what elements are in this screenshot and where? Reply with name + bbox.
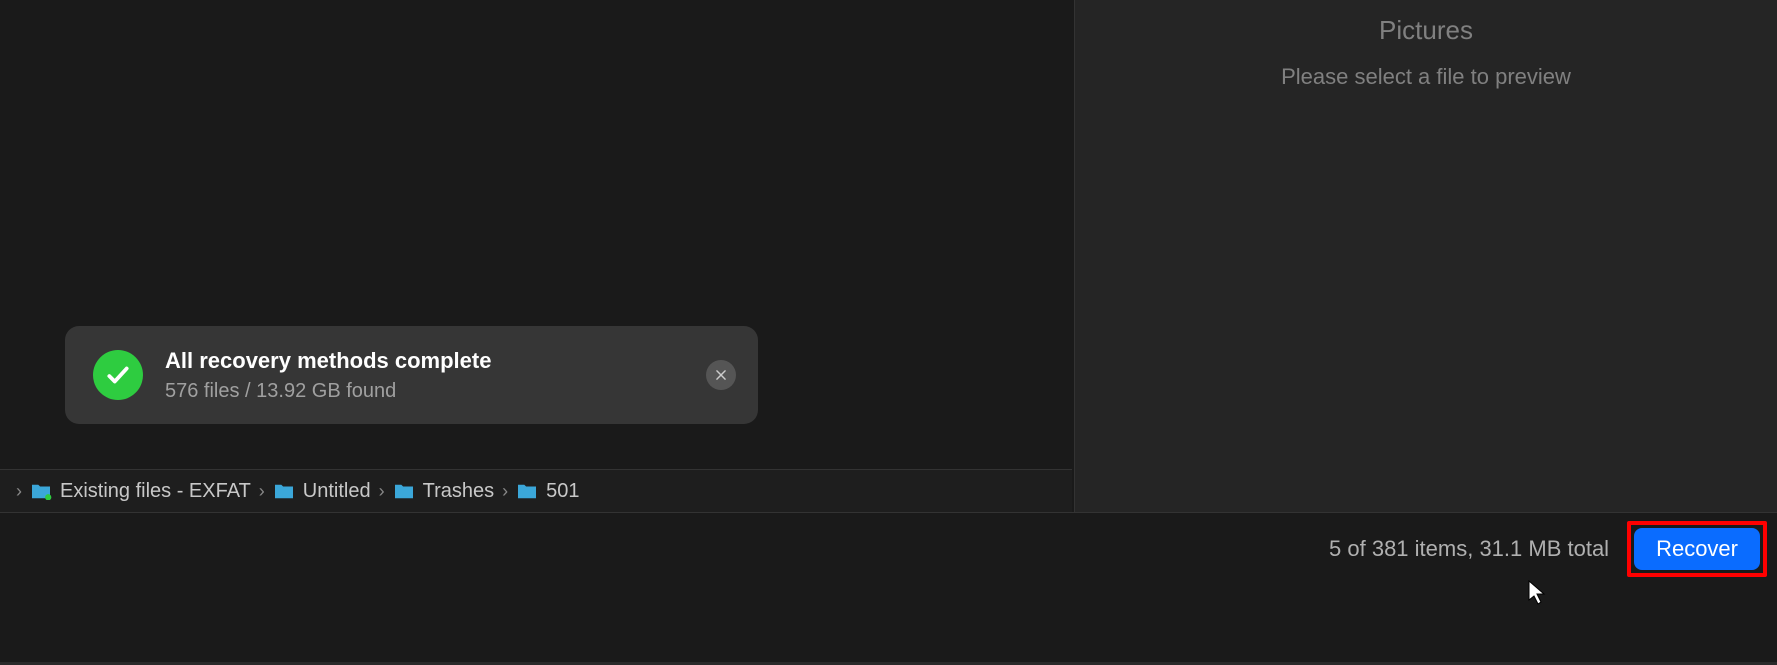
breadcrumb-item-existing-files[interactable]: Existing files - EXFAT xyxy=(30,480,251,503)
folder-icon xyxy=(393,482,415,500)
bottom-status-bar: 5 of 381 items, 31.1 MB total Recover xyxy=(0,512,1777,585)
breadcrumb: › Existing files - EXFAT › Untitled › Tr… xyxy=(0,469,1072,512)
folder-icon xyxy=(30,482,52,500)
breadcrumb-label: Trashes xyxy=(423,480,495,503)
breadcrumb-item-trashes[interactable]: Trashes xyxy=(393,480,495,503)
preview-empty-message: Please select a file to preview xyxy=(1281,64,1571,90)
checkmark-icon xyxy=(93,350,143,400)
chevron-right-icon: › xyxy=(16,481,22,502)
toast-subtitle: 576 files / 13.92 GB found xyxy=(165,380,706,403)
selection-status: 5 of 381 items, 31.1 MB total xyxy=(1329,536,1609,562)
breadcrumb-label: Existing files - EXFAT xyxy=(60,480,251,503)
preview-panel: Pictures Please select a file to preview xyxy=(1074,0,1777,512)
recover-button[interactable]: Recover xyxy=(1634,528,1760,570)
toast-content: All recovery methods complete 576 files … xyxy=(165,348,706,403)
chevron-right-icon: › xyxy=(259,481,265,502)
folder-icon xyxy=(273,482,295,500)
breadcrumb-item-untitled[interactable]: Untitled xyxy=(273,480,371,503)
breadcrumb-label: Untitled xyxy=(303,480,371,503)
breadcrumb-label: 501 xyxy=(546,480,579,503)
chevron-right-icon: › xyxy=(502,481,508,502)
folder-icon xyxy=(516,482,538,500)
preview-title: Pictures xyxy=(1379,15,1473,46)
breadcrumb-item-501[interactable]: 501 xyxy=(516,480,579,503)
chevron-right-icon: › xyxy=(379,481,385,502)
close-button[interactable] xyxy=(706,360,736,390)
toast-title: All recovery methods complete xyxy=(165,348,706,374)
recover-button-highlight: Recover xyxy=(1627,521,1767,577)
completion-toast: All recovery methods complete 576 files … xyxy=(65,326,758,424)
close-icon xyxy=(714,368,728,382)
